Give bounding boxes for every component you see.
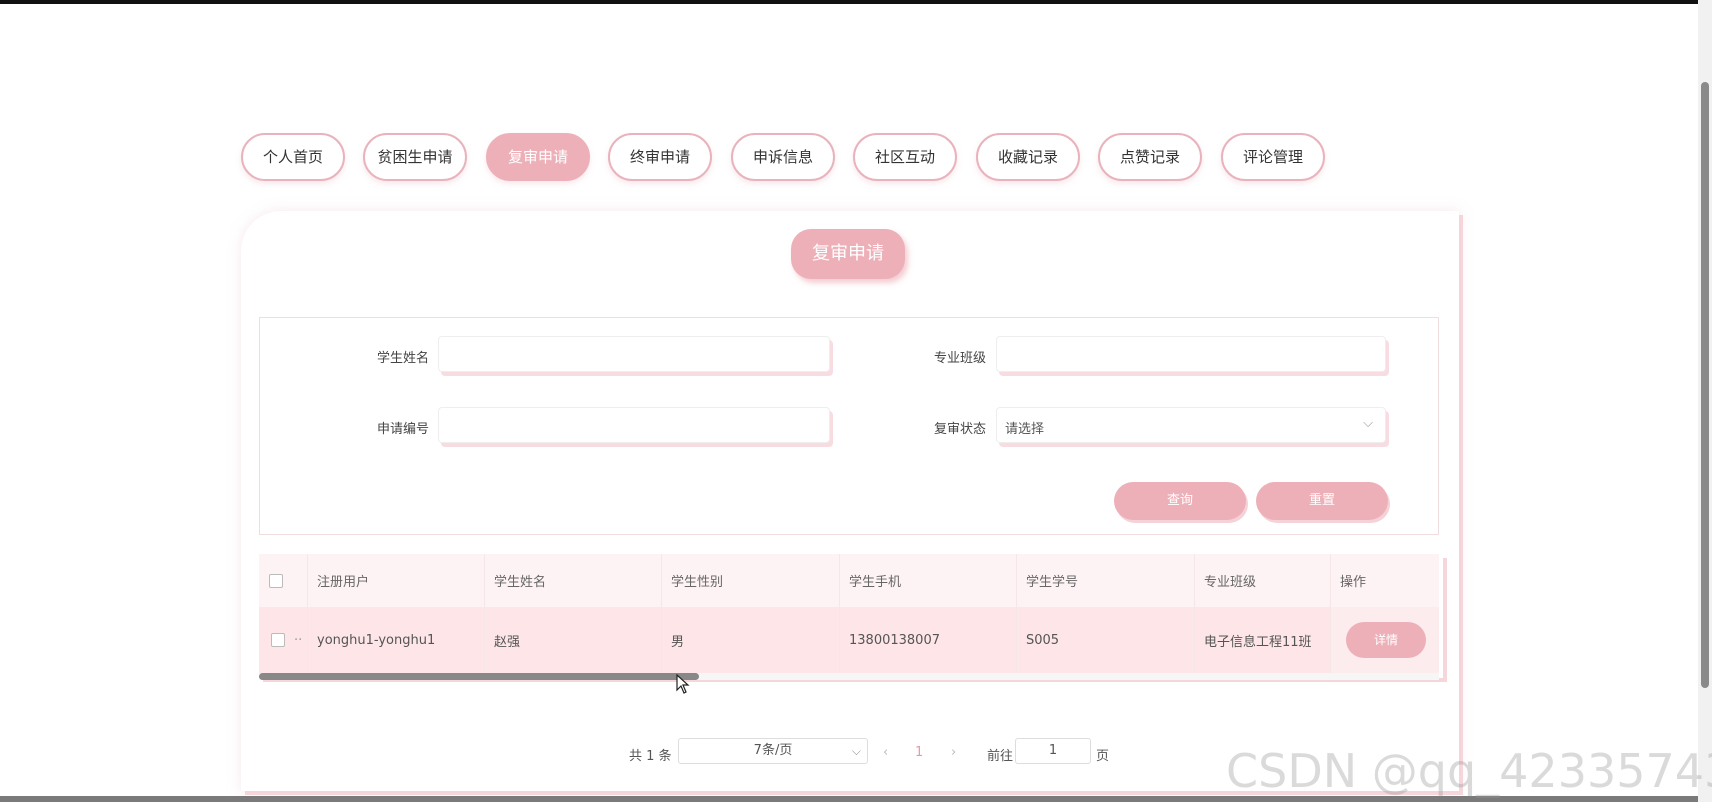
row-select-cell: ··	[259, 607, 308, 673]
current-page-number[interactable]: 1	[915, 745, 923, 760]
page-suffix: 页	[1096, 749, 1110, 764]
row-checkbox[interactable]	[271, 633, 285, 647]
col-header-major-class[interactable]: 专业班级	[1195, 554, 1331, 607]
tab-comments[interactable]: 评论管理	[1221, 133, 1325, 181]
cell-student-no: S005	[1017, 607, 1195, 673]
horizontal-scrollbar[interactable]	[259, 673, 1439, 680]
student-name-label: 学生姓名	[376, 351, 429, 366]
chevron-down-icon: ⌵	[851, 744, 861, 758]
watermark: CSDN @qq_42335743	[1226, 744, 1712, 798]
data-table: 注册用户 学生姓名 学生性别 学生手机 学生学号 专业班级 操作 ·· yong…	[259, 554, 1443, 680]
page-size-select[interactable]: 7条/页 ⌵	[678, 738, 868, 764]
review-status-value: 请选择	[1005, 422, 1045, 437]
student-name-input[interactable]	[439, 337, 829, 371]
cell-name: 赵强	[485, 607, 662, 673]
tab-home[interactable]: 个人首页	[241, 133, 345, 181]
cell-gender: 男	[662, 607, 840, 673]
cell-major-class: 电子信息工程11班	[1195, 607, 1331, 673]
goto-label: 前往	[987, 749, 1014, 764]
col-header-name[interactable]: 学生姓名	[485, 554, 662, 607]
tab-favorites[interactable]: 收藏记录	[976, 133, 1080, 181]
table-row[interactable]: ·· yonghu1-yonghu1 赵强 男 13800138007 S005…	[259, 607, 1439, 673]
col-header-user[interactable]: 注册用户	[308, 554, 485, 607]
next-page-icon[interactable]: ›	[951, 745, 956, 760]
tab-poverty-application[interactable]: 贫困生申请	[363, 133, 467, 181]
apply-no-field[interactable]	[438, 407, 830, 443]
major-class-input[interactable]	[997, 337, 1385, 371]
tab-review-application[interactable]: 复审申请	[486, 133, 590, 181]
tab-final-review[interactable]: 终审申请	[608, 133, 712, 181]
review-status-select[interactable]: 请选择 ⌵	[996, 407, 1386, 443]
tab-community[interactable]: 社区互动	[853, 133, 957, 181]
major-class-label: 专业班级	[933, 351, 986, 366]
col-header-student-no[interactable]: 学生学号	[1017, 554, 1195, 607]
vertical-scrollbar[interactable]	[1698, 0, 1712, 802]
row-ellipsis: ··	[294, 632, 303, 648]
apply-no-input[interactable]	[439, 408, 829, 442]
page-size-value: 7条/页	[753, 743, 793, 758]
col-header-gender[interactable]: 学生性别	[662, 554, 840, 607]
horizontal-scrollbar-thumb[interactable]	[259, 673, 699, 680]
select-all-cell	[259, 554, 308, 607]
cursor-arrow-icon	[676, 673, 690, 694]
query-button[interactable]: 查询	[1114, 482, 1246, 520]
student-name-field[interactable]	[438, 336, 830, 372]
reset-button[interactable]: 重置	[1256, 482, 1388, 520]
col-header-action: 操作	[1340, 575, 1367, 590]
page-title: 复审申请	[791, 229, 905, 279]
chevron-down-icon: ⌵	[1363, 416, 1373, 431]
prev-page-icon[interactable]: ‹	[883, 745, 888, 760]
table-header: 注册用户 学生姓名 学生性别 学生手机 学生学号 专业班级 操作	[259, 554, 1439, 608]
apply-no-label: 申请编号	[376, 422, 429, 437]
main-panel: 复审申请 学生姓名 专业班级 申请编号 复审状态 请选择 ⌵ 查询 重置 注册用…	[241, 211, 1459, 791]
cell-user: yonghu1-yonghu1	[308, 607, 485, 673]
cell-action: 详情	[1331, 607, 1439, 673]
detail-button[interactable]: 详情	[1346, 622, 1426, 658]
goto-page-input[interactable]: 1	[1015, 738, 1091, 764]
col-header-phone[interactable]: 学生手机	[840, 554, 1017, 607]
search-form: 学生姓名 专业班级 申请编号 复审状态 请选择 ⌵ 查询 重置	[259, 317, 1439, 535]
pagination-total: 共 1 条	[629, 749, 672, 764]
window-top-border	[0, 0, 1712, 4]
vertical-scrollbar-thumb[interactable]	[1701, 82, 1709, 688]
cell-phone: 13800138007	[840, 607, 1017, 673]
review-status-label: 复审状态	[933, 422, 986, 437]
major-class-field[interactable]	[996, 336, 1386, 372]
tab-appeal-info[interactable]: 申诉信息	[731, 133, 835, 181]
tab-likes[interactable]: 点赞记录	[1098, 133, 1202, 181]
select-all-checkbox[interactable]	[269, 573, 283, 588]
